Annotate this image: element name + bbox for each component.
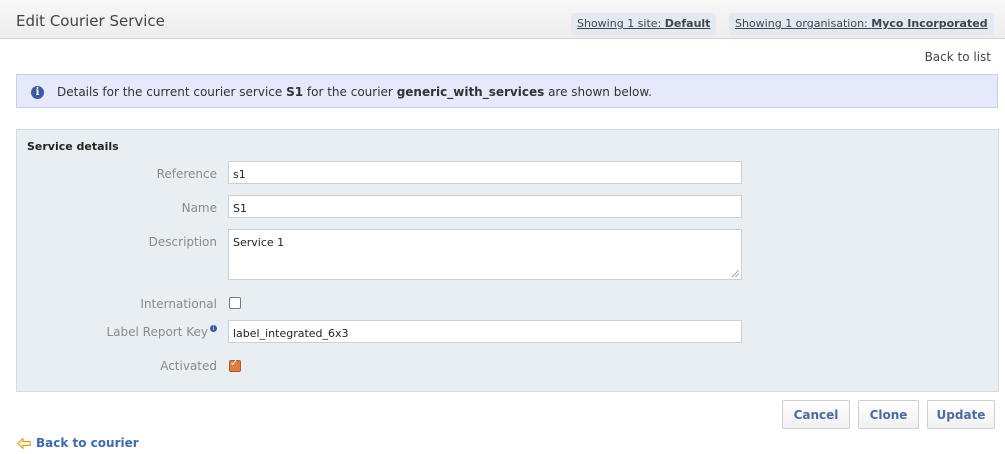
back-to-courier-link[interactable]: Back to courier — [17, 436, 139, 450]
label-report-key-input[interactable]: label_integrated_6x3 — [228, 320, 742, 343]
description-textarea[interactable]: Service 1 — [228, 229, 742, 280]
cancel-button[interactable]: Cancel — [782, 400, 850, 429]
arrow-left-icon — [17, 438, 31, 449]
info-icon[interactable]: i — [210, 325, 217, 332]
info-text-part: Details for the current courier service — [57, 85, 287, 99]
info-message-text: Details for the current courier service … — [57, 85, 652, 99]
panel-title: Service details — [27, 140, 119, 153]
name-label: Name — [181, 201, 217, 215]
courier-name: generic_with_services — [396, 85, 545, 99]
reference-input[interactable]: s1 — [228, 161, 742, 184]
organisation-name: Myco Incorporated — [871, 17, 988, 30]
label-report-key-label: Label Report Key i — [17, 325, 217, 339]
info-message: i Details for the current courier servic… — [16, 74, 998, 108]
org-filter-prefix: Showing 1 organisation: — [735, 17, 872, 30]
back-to-list-link[interactable]: Back to list — [925, 50, 991, 64]
page-title: Edit Courier Service — [16, 12, 165, 30]
reference-label: Reference — [156, 167, 217, 181]
resize-grip-icon[interactable] — [732, 270, 739, 277]
back-to-courier-label: Back to courier — [36, 436, 139, 450]
activated-label: Activated — [160, 359, 217, 373]
international-checkbox[interactable] — [229, 297, 241, 309]
clone-button[interactable]: Clone — [858, 400, 919, 429]
description-value: Service 1 — [233, 236, 285, 249]
description-label: Description — [148, 235, 217, 249]
name-input[interactable]: S1 — [228, 195, 742, 218]
international-label: International — [140, 297, 217, 311]
info-text-part: are shown below. — [544, 85, 652, 99]
site-filter-prefix: Showing 1 site: — [577, 17, 665, 30]
activated-checkbox[interactable] — [229, 358, 241, 372]
organisation-filter-link[interactable]: Showing 1 organisation: Myco Incorporate… — [729, 13, 994, 35]
site-name: Default — [664, 17, 711, 30]
update-button[interactable]: Update — [927, 400, 995, 429]
info-text-part: for the courier — [303, 85, 397, 99]
page-header: Edit Courier Service Showing 1 site: Def… — [0, 0, 1005, 39]
label-report-key-text: Label Report Key — [106, 325, 208, 339]
info-icon: i — [31, 86, 44, 99]
site-filter-link[interactable]: Showing 1 site: Default — [571, 13, 717, 35]
service-details-panel: Service details Reference s1 Name S1 Des… — [16, 129, 999, 392]
service-code: S1 — [286, 85, 304, 99]
